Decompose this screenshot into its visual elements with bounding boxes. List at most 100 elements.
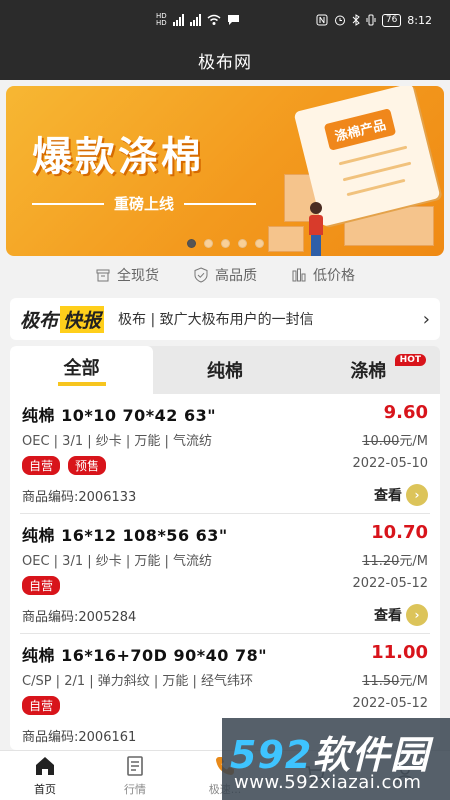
- alarm-icon: [334, 15, 345, 26]
- product-item[interactable]: 纯棉 16*12 108*56 63" OEC | 3/1 | 纱卡 | 万能 …: [20, 514, 430, 634]
- nav-market[interactable]: 行情: [90, 751, 180, 800]
- watermark-url: www.592xiazai.com: [234, 772, 422, 793]
- nav-label: 首页: [34, 783, 56, 796]
- box-icon: [96, 269, 110, 282]
- product-price: 9.60: [383, 402, 428, 423]
- carousel-dot[interactable]: [237, 239, 247, 248]
- promo-banner[interactable]: 爆款涤棉 重磅上线 涤棉产品: [6, 86, 444, 256]
- battery-indicator: 76: [381, 13, 402, 27]
- price-unit: 元/M: [399, 554, 428, 569]
- top-bar: HD HD 76 8:12 极布网: [0, 0, 450, 80]
- feature-label: 低价格: [313, 268, 355, 284]
- news-logo: 极布 快报: [20, 305, 105, 333]
- arrow-right-icon: ›: [406, 604, 428, 626]
- view-label: 查看: [374, 608, 402, 624]
- product-attrs: OEC | 3/1 | 纱卡 | 万能 | 气流纺: [22, 554, 213, 569]
- feature-label: 高品质: [215, 268, 257, 284]
- product-old-price: 10.00元/M: [362, 430, 428, 449]
- tab-label: 全部: [57, 354, 106, 386]
- tab-poly-cotton[interactable]: 涤棉 HOT: [297, 346, 440, 394]
- shield-check-icon: [194, 267, 208, 283]
- feature-in-stock: 全现货: [95, 262, 159, 288]
- carousel-dots: [6, 239, 444, 248]
- watermark-text: 软件园: [312, 733, 430, 777]
- tab-all[interactable]: 全部: [10, 346, 154, 394]
- tag-self-operated: 自营: [22, 696, 61, 715]
- tag-presale: 预售: [68, 456, 107, 475]
- vibrate-icon: [366, 14, 376, 26]
- carousel-dot[interactable]: [203, 239, 213, 248]
- banner-headline: 爆款涤棉: [32, 134, 204, 180]
- product-tags: 自营: [22, 576, 61, 595]
- news-headline[interactable]: 极布 | 致广大极布用户的一封信: [118, 309, 423, 329]
- old-price-value: 11.20: [362, 554, 400, 569]
- product-code: 商品编码:2006133: [22, 490, 137, 505]
- chart-bars-icon: [292, 268, 306, 282]
- category-tabs: 全部 纯棉 涤棉 HOT: [10, 346, 440, 394]
- feature-quality: 高品质: [193, 262, 257, 288]
- wifi-icon: [207, 14, 221, 25]
- product-panel: 全部 纯棉 涤棉 HOT 纯棉 10*10 70*42 63" OEC | 3/…: [10, 346, 440, 750]
- banner-subline: 重磅上线: [32, 193, 257, 214]
- arrow-right-icon: ›: [406, 484, 428, 506]
- product-tags: 自营 预售: [22, 456, 107, 475]
- chat-icon: [227, 15, 239, 25]
- status-bar: HD HD 76 8:12: [0, 0, 450, 40]
- status-left: HD HD: [156, 13, 240, 27]
- tag-self-operated: 自营: [22, 576, 61, 595]
- tag-self-operated: 自营: [22, 456, 61, 475]
- tab-pure-cotton[interactable]: 纯棉: [153, 346, 296, 394]
- feature-low-price: 低价格: [291, 262, 355, 288]
- product-date: 2022-05-12: [352, 576, 428, 591]
- bluetooth-icon: [352, 14, 360, 26]
- tab-label: 纯棉: [206, 361, 243, 382]
- product-code: 商品编码:2006161: [22, 730, 137, 745]
- chevron-right-icon[interactable]: ›: [423, 309, 430, 330]
- features-row: 全现货 高品质 低价格: [0, 262, 450, 288]
- nav-label: 行情: [124, 783, 146, 796]
- watermark-brand: 592软件园: [230, 724, 429, 779]
- old-price-value: 10.00: [362, 434, 400, 449]
- price-unit: 元/M: [399, 674, 428, 689]
- product-spec: 纯棉 10*10 70*42 63": [22, 406, 217, 425]
- product-code: 商品编码:2005284: [22, 610, 137, 625]
- product-tags: 自营: [22, 696, 61, 715]
- nav-home[interactable]: 首页: [0, 751, 90, 800]
- banner-subline-text: 重磅上线: [114, 195, 175, 213]
- nfc-icon: [316, 14, 328, 26]
- view-button[interactable]: 查看 ›: [374, 484, 428, 506]
- product-spec: 纯棉 16*16+70D 90*40 78": [22, 646, 268, 665]
- home-icon: [36, 757, 54, 775]
- product-date: 2022-05-10: [352, 456, 428, 471]
- watermark-number: 592: [230, 733, 313, 777]
- divider-left: [32, 202, 104, 205]
- product-price: 11.00: [371, 642, 428, 663]
- hot-badge: HOT: [394, 354, 426, 366]
- news-logo-highlight: 快报: [60, 305, 105, 333]
- product-date: 2022-05-12: [352, 696, 428, 711]
- carousel-dot[interactable]: [254, 239, 264, 248]
- product-spec: 纯棉 16*12 108*56 63": [22, 526, 228, 545]
- divider-right: [184, 202, 257, 205]
- news-logo-prefix: 极布: [20, 309, 59, 332]
- feature-label: 全现货: [117, 268, 159, 284]
- product-attrs: C/SP | 2/1 | 弹力斜纹 | 万能 | 经气纬环: [22, 674, 254, 689]
- news-ticker[interactable]: 极布 快报 极布 | 致广大极布用户的一封信 ›: [10, 298, 440, 340]
- hd-icon: HD HD: [156, 12, 167, 27]
- page-title: 极布网: [198, 52, 252, 73]
- product-item[interactable]: 纯棉 10*10 70*42 63" OEC | 3/1 | 纱卡 | 万能 |…: [20, 394, 430, 514]
- price-unit: 元/M: [399, 434, 428, 449]
- old-price-value: 11.50: [362, 674, 400, 689]
- status-right: 76 8:12: [316, 13, 432, 27]
- carousel-dot[interactable]: [186, 239, 196, 248]
- view-button[interactable]: 查看 ›: [374, 604, 428, 626]
- product-price: 10.70: [371, 522, 428, 543]
- signal-icon: [172, 14, 184, 26]
- site-watermark: 592软件园 www.592xiazai.com: [222, 718, 450, 800]
- product-old-price: 11.20元/M: [362, 550, 428, 569]
- view-label: 查看: [374, 488, 402, 504]
- tab-label: 涤棉: [350, 361, 387, 382]
- signal-4g-icon: [189, 14, 201, 26]
- document-icon: [127, 756, 143, 776]
- carousel-dot[interactable]: [220, 239, 230, 248]
